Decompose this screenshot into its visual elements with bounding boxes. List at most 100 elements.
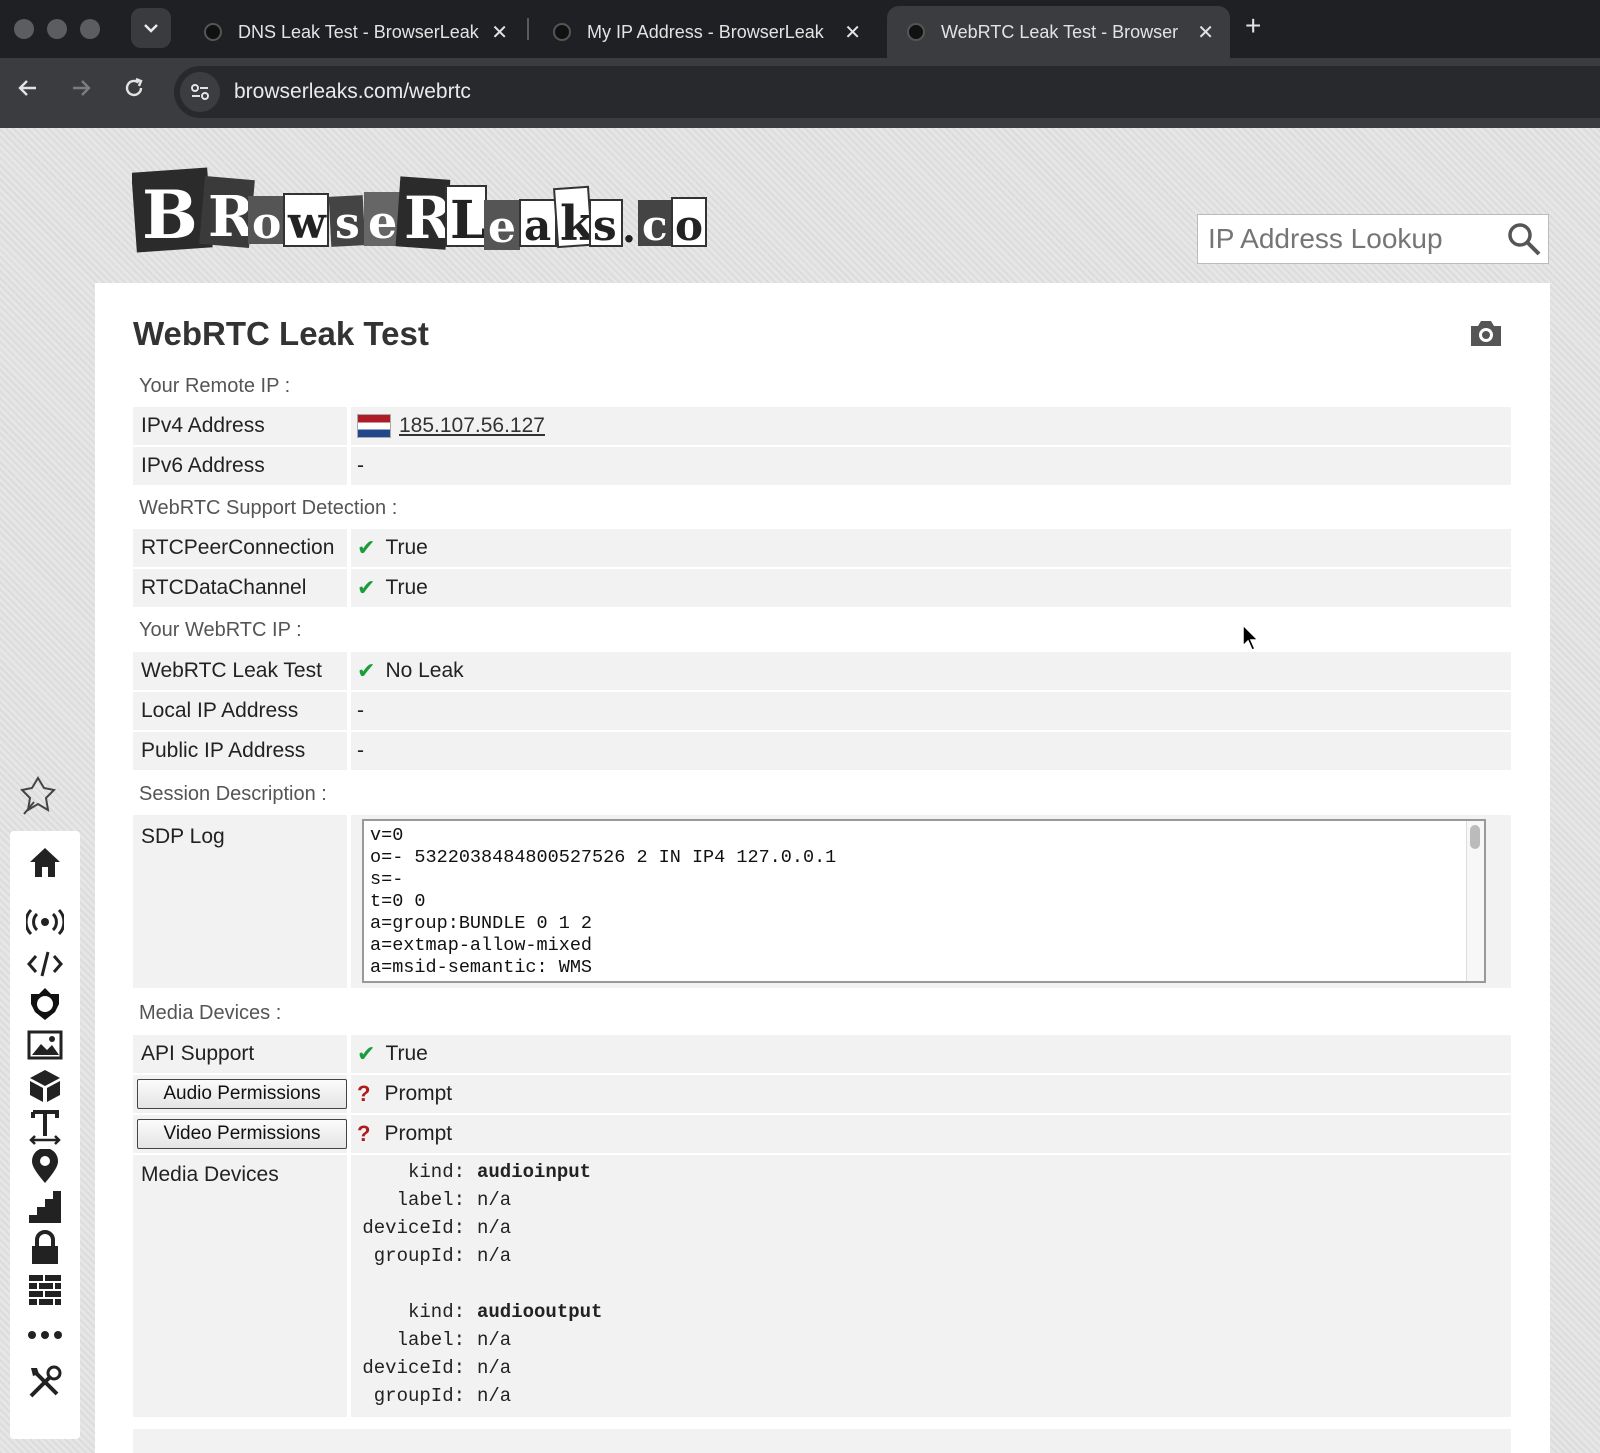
row-leak-test: WebRTC Leak Test ✔ No Leak <box>133 652 1511 690</box>
tools-icon[interactable] <box>25 1364 65 1400</box>
minimize-window-button[interactable] <box>47 19 67 39</box>
code-icon[interactable] <box>25 946 65 982</box>
row-value: - <box>357 739 364 762</box>
fingerprint-favicon-icon <box>204 23 222 41</box>
tab-my-ip[interactable]: My IP Address - BrowserLeak ✕ <box>533 6 877 58</box>
cube-icon[interactable] <box>25 1068 65 1104</box>
row-value: Prompt <box>384 1122 453 1145</box>
row-local-ip: Local IP Address - <box>133 692 1511 730</box>
media-devices-list: kind: audioinput label: n/a deviceId: n/a g… <box>353 1161 602 1413</box>
ip-lookup-search[interactable] <box>1197 214 1549 264</box>
pin-icon[interactable] <box>19 776 57 821</box>
browserleaks-logo[interactable]: B R o w s e R L e a k s . c o <box>131 166 712 262</box>
row-key: IPv6 Address <box>141 454 265 477</box>
device-label: label: n/a <box>396 1329 512 1351</box>
row-value: Prompt <box>384 1082 453 1105</box>
site-info-icon[interactable] <box>180 72 220 112</box>
row-next <box>133 1429 1511 1453</box>
close-icon[interactable]: ✕ <box>844 20 861 45</box>
row-api-support: API Support ✔ True <box>133 1035 1511 1073</box>
ip-lookup-input[interactable] <box>1208 223 1498 255</box>
check-icon: ✔ <box>357 1041 376 1066</box>
sdp-log-text: v=0 o=- 5322038484800527526 2 IN IP4 127… <box>370 825 837 978</box>
check-icon: ✔ <box>357 658 376 683</box>
home-icon[interactable] <box>25 844 65 880</box>
row-value: - <box>357 699 364 722</box>
row-key: WebRTC Leak Test <box>141 659 322 682</box>
row-video-permissions: Video Permissions ? Prompt <box>133 1115 1511 1153</box>
tab-strip: DNS Leak Test - BrowserLeak ✕ My IP Addr… <box>0 0 1600 58</box>
forward-button[interactable] <box>69 76 93 107</box>
svg-text:w: w <box>287 198 327 249</box>
svg-text:o: o <box>675 201 703 250</box>
web-page: B R o w s e R L e a k s . c o IP Address… <box>0 128 1600 1453</box>
check-icon: ✔ <box>357 575 376 600</box>
more-icon[interactable] <box>25 1317 65 1353</box>
row-public-ip: Public IP Address - <box>133 732 1511 770</box>
row-sdp-log: SDP Log v=0 o=- 5322038484800527526 2 IN… <box>133 815 1511 988</box>
tab-separator <box>527 18 529 40</box>
lock-icon[interactable] <box>25 1230 65 1266</box>
row-audio-permissions: Audio Permissions ? Prompt <box>133 1075 1511 1113</box>
close-icon[interactable]: ✕ <box>491 20 508 45</box>
back-button[interactable] <box>16 76 40 107</box>
svg-text:s: s <box>335 198 360 249</box>
section-session: Session Description : <box>139 783 327 805</box>
sdp-log-textarea[interactable]: v=0 o=- 5322038484800527526 2 IN IP4 127… <box>362 819 1486 983</box>
row-key: RTCDataChannel <box>141 576 307 599</box>
svg-text:c: c <box>642 201 668 250</box>
row-value: No Leak <box>385 659 464 682</box>
section-media: Media Devices : <box>139 1002 282 1024</box>
svg-text:e: e <box>488 202 516 253</box>
zoom-window-button[interactable] <box>80 19 100 39</box>
scrollbar[interactable] <box>1466 821 1484 981</box>
tab-dns-leak[interactable]: DNS Leak Test - BrowserLeak ✕ <box>184 6 524 58</box>
tools-sidebar <box>10 831 80 1439</box>
check-icon: ✔ <box>357 535 376 560</box>
close-icon[interactable]: ✕ <box>1197 20 1214 45</box>
arrow-right-icon <box>73 80 91 96</box>
stairs-icon[interactable] <box>25 1189 65 1225</box>
video-permissions-button[interactable]: Video Permissions <box>137 1119 347 1149</box>
font-icon[interactable] <box>25 1109 65 1145</box>
reload-icon <box>125 77 143 97</box>
netherlands-flag-icon <box>357 414 391 438</box>
row-rtc-data: RTCDataChannel ✔ True <box>133 569 1511 607</box>
broadcast-icon[interactable] <box>25 904 65 940</box>
tab-title: WebRTC Leak Test - Browser <box>941 21 1179 42</box>
row-value: True <box>385 576 428 599</box>
tab-webrtc-leak[interactable]: WebRTC Leak Test - Browser ✕ <box>887 6 1230 58</box>
row-key: API Support <box>141 1042 255 1065</box>
ipv4-link[interactable]: 185.107.56.127 <box>399 414 545 438</box>
fingerprint-icon[interactable] <box>25 986 65 1022</box>
section-remote-ip: Your Remote IP : <box>139 375 291 397</box>
reload-button[interactable] <box>122 76 146 107</box>
tab-search-button[interactable] <box>131 8 171 48</box>
image-icon[interactable] <box>25 1027 65 1063</box>
svg-text:e: e <box>368 195 397 249</box>
search-icon[interactable] <box>1506 221 1542 257</box>
fingerprint-favicon-icon <box>553 23 571 41</box>
chevron-down-icon <box>144 24 158 33</box>
svg-text:a: a <box>524 201 551 250</box>
new-tab-button[interactable]: + <box>1245 10 1261 42</box>
audio-permissions-button[interactable]: Audio Permissions <box>137 1079 347 1109</box>
svg-text:R: R <box>208 184 255 250</box>
location-icon[interactable] <box>25 1149 65 1185</box>
device-id: deviceId: n/a <box>362 1217 512 1239</box>
device-group-id: groupId: n/a <box>373 1385 512 1407</box>
svg-text:L: L <box>450 190 487 251</box>
question-icon: ? <box>357 1121 371 1146</box>
address-bar[interactable]: browserleaks.com/webrtc <box>174 66 1600 118</box>
firewall-icon[interactable] <box>25 1271 65 1307</box>
row-key: IPv4 Address <box>141 414 265 437</box>
svg-text:o: o <box>252 198 281 249</box>
row-key: RTCPeerConnection <box>141 536 335 559</box>
screenshot-button[interactable] <box>1469 318 1503 353</box>
row-value: - <box>357 454 364 477</box>
close-window-button[interactable] <box>14 19 34 39</box>
tab-title: My IP Address - BrowserLeak <box>587 21 824 42</box>
page-title: WebRTC Leak Test <box>133 315 429 352</box>
row-ipv6: IPv6 Address - <box>133 447 1511 485</box>
device-label: label: n/a <box>396 1189 512 1211</box>
